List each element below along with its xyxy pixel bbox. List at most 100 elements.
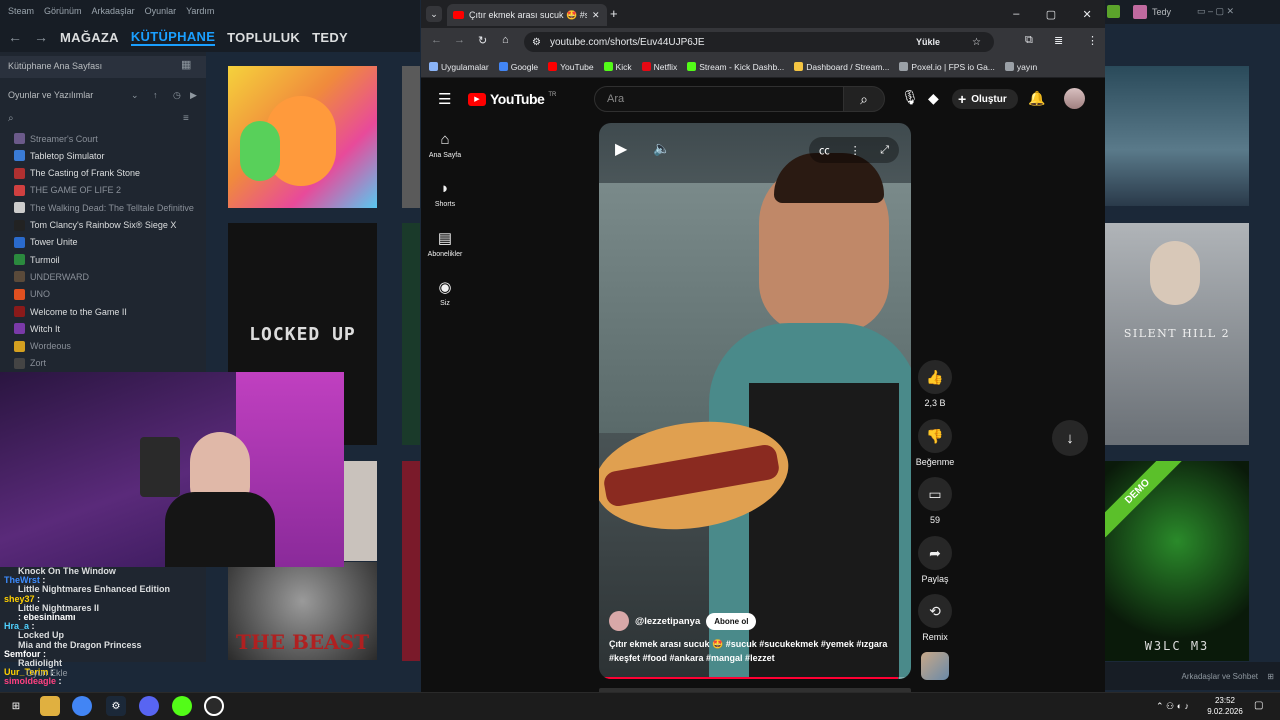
game-list-item[interactable]: THE GAME OF LIFE 2	[14, 182, 204, 199]
game-tile-silent-hill-2[interactable]: SILENT HILL 2	[1105, 223, 1249, 445]
bookmark-item[interactable]: Kick	[603, 62, 632, 72]
tray-icons[interactable]: ⌃ ⚇ ◐ ♪	[1156, 701, 1189, 712]
game-tile-partial[interactable]	[402, 461, 420, 661]
game-tile-the-beast[interactable]: THE BEAST	[228, 562, 377, 660]
close-icon[interactable]: ✕	[1083, 8, 1092, 21]
search-button[interactable]: ⌕	[843, 86, 885, 112]
channel-avatar[interactable]	[609, 611, 629, 631]
window-controls-icon[interactable]: ▭ – ▢ ✕	[1197, 6, 1234, 17]
reload-icon[interactable]: ↻	[478, 34, 487, 47]
game-list-item[interactable]: Welcome to the Game II	[14, 303, 204, 320]
media-icon[interactable]: ≣	[1054, 34, 1063, 47]
nav-item-you[interactable]: ◉ Siz	[424, 278, 466, 307]
tab-profile[interactable]: TEDY	[312, 30, 348, 45]
menu-dots-icon[interactable]: ⋮	[1087, 34, 1098, 47]
game-list-item[interactable]: UNDERWARD	[14, 268, 204, 285]
notifications-bell-icon[interactable]: 🔔	[1028, 90, 1045, 107]
nav-item-shorts[interactable]: ◗ Shorts	[424, 180, 466, 208]
hamburger-menu-icon[interactable]: ☰	[438, 90, 451, 108]
grid-view-icon[interactable]: ▦	[181, 58, 197, 74]
game-list-item[interactable]: Turmoil	[14, 251, 204, 268]
share-button[interactable]: ➦ Paylaş	[916, 536, 954, 584]
menu-friends[interactable]: Arkadaşlar	[92, 6, 135, 16]
gamepad-icon[interactable]: ◆	[928, 90, 939, 107]
username[interactable]: Tedy	[1152, 7, 1171, 17]
recent-icon[interactable]: ◷	[173, 90, 181, 101]
windows-start-icon[interactable]: ⊞	[6, 696, 26, 716]
channel-name[interactable]: @lezzetipanya	[635, 616, 700, 627]
game-tile-partial[interactable]	[402, 223, 420, 445]
tab-community[interactable]: TOPLULUK	[227, 30, 300, 45]
game-list-item[interactable]: Witch It	[14, 320, 204, 337]
notification-icon[interactable]	[1107, 5, 1120, 18]
game-tile-partial[interactable]	[402, 66, 420, 208]
bookmark-star-icon[interactable]: ☆	[972, 37, 981, 48]
bookmark-item[interactable]: Dashboard / Stream...	[794, 62, 889, 72]
fullscreen-icon[interactable]: ⤢	[880, 144, 889, 157]
sort-icon[interactable]: ↑	[153, 90, 158, 100]
notification-center-icon[interactable]: ▢	[1254, 700, 1263, 711]
library-search[interactable]: ⌕ ≡	[0, 110, 206, 130]
bookmark-item[interactable]: YouTube	[548, 62, 594, 72]
forward-arrow-icon[interactable]: →	[34, 29, 48, 45]
nav-item-subscriptions[interactable]: ▤ Abonelikler	[424, 229, 466, 258]
library-filter-dropdown[interactable]: Oyunlar ve Yazılımlar ⌄ ↑ ◷ ▶	[0, 86, 206, 106]
search-input[interactable]: Ara	[594, 86, 844, 112]
youtube-logo[interactable]: ▶ YouTube TR	[468, 91, 556, 107]
steam-icon[interactable]: ⚙	[106, 696, 126, 716]
game-list-item[interactable]: Tower Unite	[14, 234, 204, 251]
library-home-link[interactable]: Kütüphane Ana Sayfası	[0, 56, 206, 78]
tab-store[interactable]: MAĞAZA	[60, 30, 119, 45]
game-list-item[interactable]: Wordeous	[14, 338, 204, 355]
home-icon[interactable]: ⌂	[502, 34, 509, 46]
progress-track[interactable]	[603, 677, 907, 679]
obs-icon[interactable]	[204, 696, 224, 716]
nav-item-home[interactable]: ⌂ Ana Sayfa	[424, 131, 466, 159]
system-clock[interactable]: 23:52 9.02.2026	[1206, 695, 1244, 717]
short-video-player[interactable]: ▶ 🔈 ㏄ ⋮ ⤢ @lezzetipanya Abone ol Çıtır ekm…	[599, 123, 911, 679]
sound-thumbnail[interactable]	[921, 652, 949, 680]
filter-icon[interactable]: ≡	[183, 113, 189, 124]
game-list-item[interactable]: UNO	[14, 286, 204, 303]
subscribe-button[interactable]: Abone ol	[706, 612, 757, 630]
forward-icon[interactable]: →	[454, 34, 465, 46]
add-game-button[interactable]: Oyun Ekle	[26, 668, 68, 678]
game-list-item[interactable]: The Casting of Frank Stone	[14, 165, 204, 182]
game-list-item[interactable]: Streamer's Court	[14, 130, 204, 147]
minimize-icon[interactable]: –	[1013, 8, 1019, 20]
close-tab-icon[interactable]: ✕	[592, 10, 600, 21]
chrome-icon[interactable]	[72, 696, 92, 716]
extensions-icon[interactable]: ⧉	[1025, 34, 1033, 47]
back-icon[interactable]: ←	[431, 34, 442, 46]
game-tile-partial[interactable]	[344, 461, 377, 561]
game-list-item[interactable]: Tabletop Simulator	[14, 147, 204, 164]
upload-button[interactable]: Yükle	[916, 37, 940, 47]
remix-button[interactable]: ⟲ Remix	[916, 594, 954, 642]
bookmark-item[interactable]: Uygulamalar	[429, 62, 489, 72]
game-list-item[interactable]: Zort	[14, 355, 204, 372]
game-tile-fall-guys[interactable]	[228, 66, 377, 208]
file-explorer-icon[interactable]	[40, 696, 60, 716]
play-filter-icon[interactable]: ▶	[190, 90, 197, 101]
new-tab-icon[interactable]: +	[610, 6, 618, 21]
play-icon[interactable]: ▶	[615, 139, 635, 159]
menu-view[interactable]: Görünüm	[44, 6, 82, 16]
comments-button[interactable]: ▭ 59	[916, 477, 954, 525]
game-tile-welcome-game[interactable]: DEMO W3LC M3	[1105, 461, 1249, 661]
more-options-icon[interactable]: ⋮	[850, 144, 861, 157]
volume-icon[interactable]: 🔈	[653, 140, 670, 157]
captions-icon[interactable]: ㏄	[819, 142, 830, 158]
kick-icon[interactable]	[172, 696, 192, 716]
discord-icon[interactable]	[139, 696, 159, 716]
game-tile-little-nightmares-2[interactable]	[1105, 66, 1249, 206]
site-info-icon[interactable]: ⚙	[532, 37, 541, 48]
bookmark-item[interactable]: Netflix	[641, 62, 677, 72]
address-bar[interactable]: ⚙ youtube.com/shorts/Euv44UJP6JE Yükle ☆	[524, 32, 994, 52]
friends-chat-button[interactable]: Arkadaşlar ve Sohbet ⊞	[1105, 662, 1280, 690]
like-button[interactable]: 👍 2,3 B	[916, 360, 954, 408]
game-list-item[interactable]: The Walking Dead: The Telltale Definitiv…	[14, 199, 204, 216]
tab-search-icon[interactable]: ⌄	[426, 6, 442, 22]
dislike-button[interactable]: 👎 Beğenme	[912, 419, 958, 467]
avatar[interactable]	[1133, 5, 1147, 19]
tab-library[interactable]: KÜTÜPHANE	[130, 29, 216, 46]
